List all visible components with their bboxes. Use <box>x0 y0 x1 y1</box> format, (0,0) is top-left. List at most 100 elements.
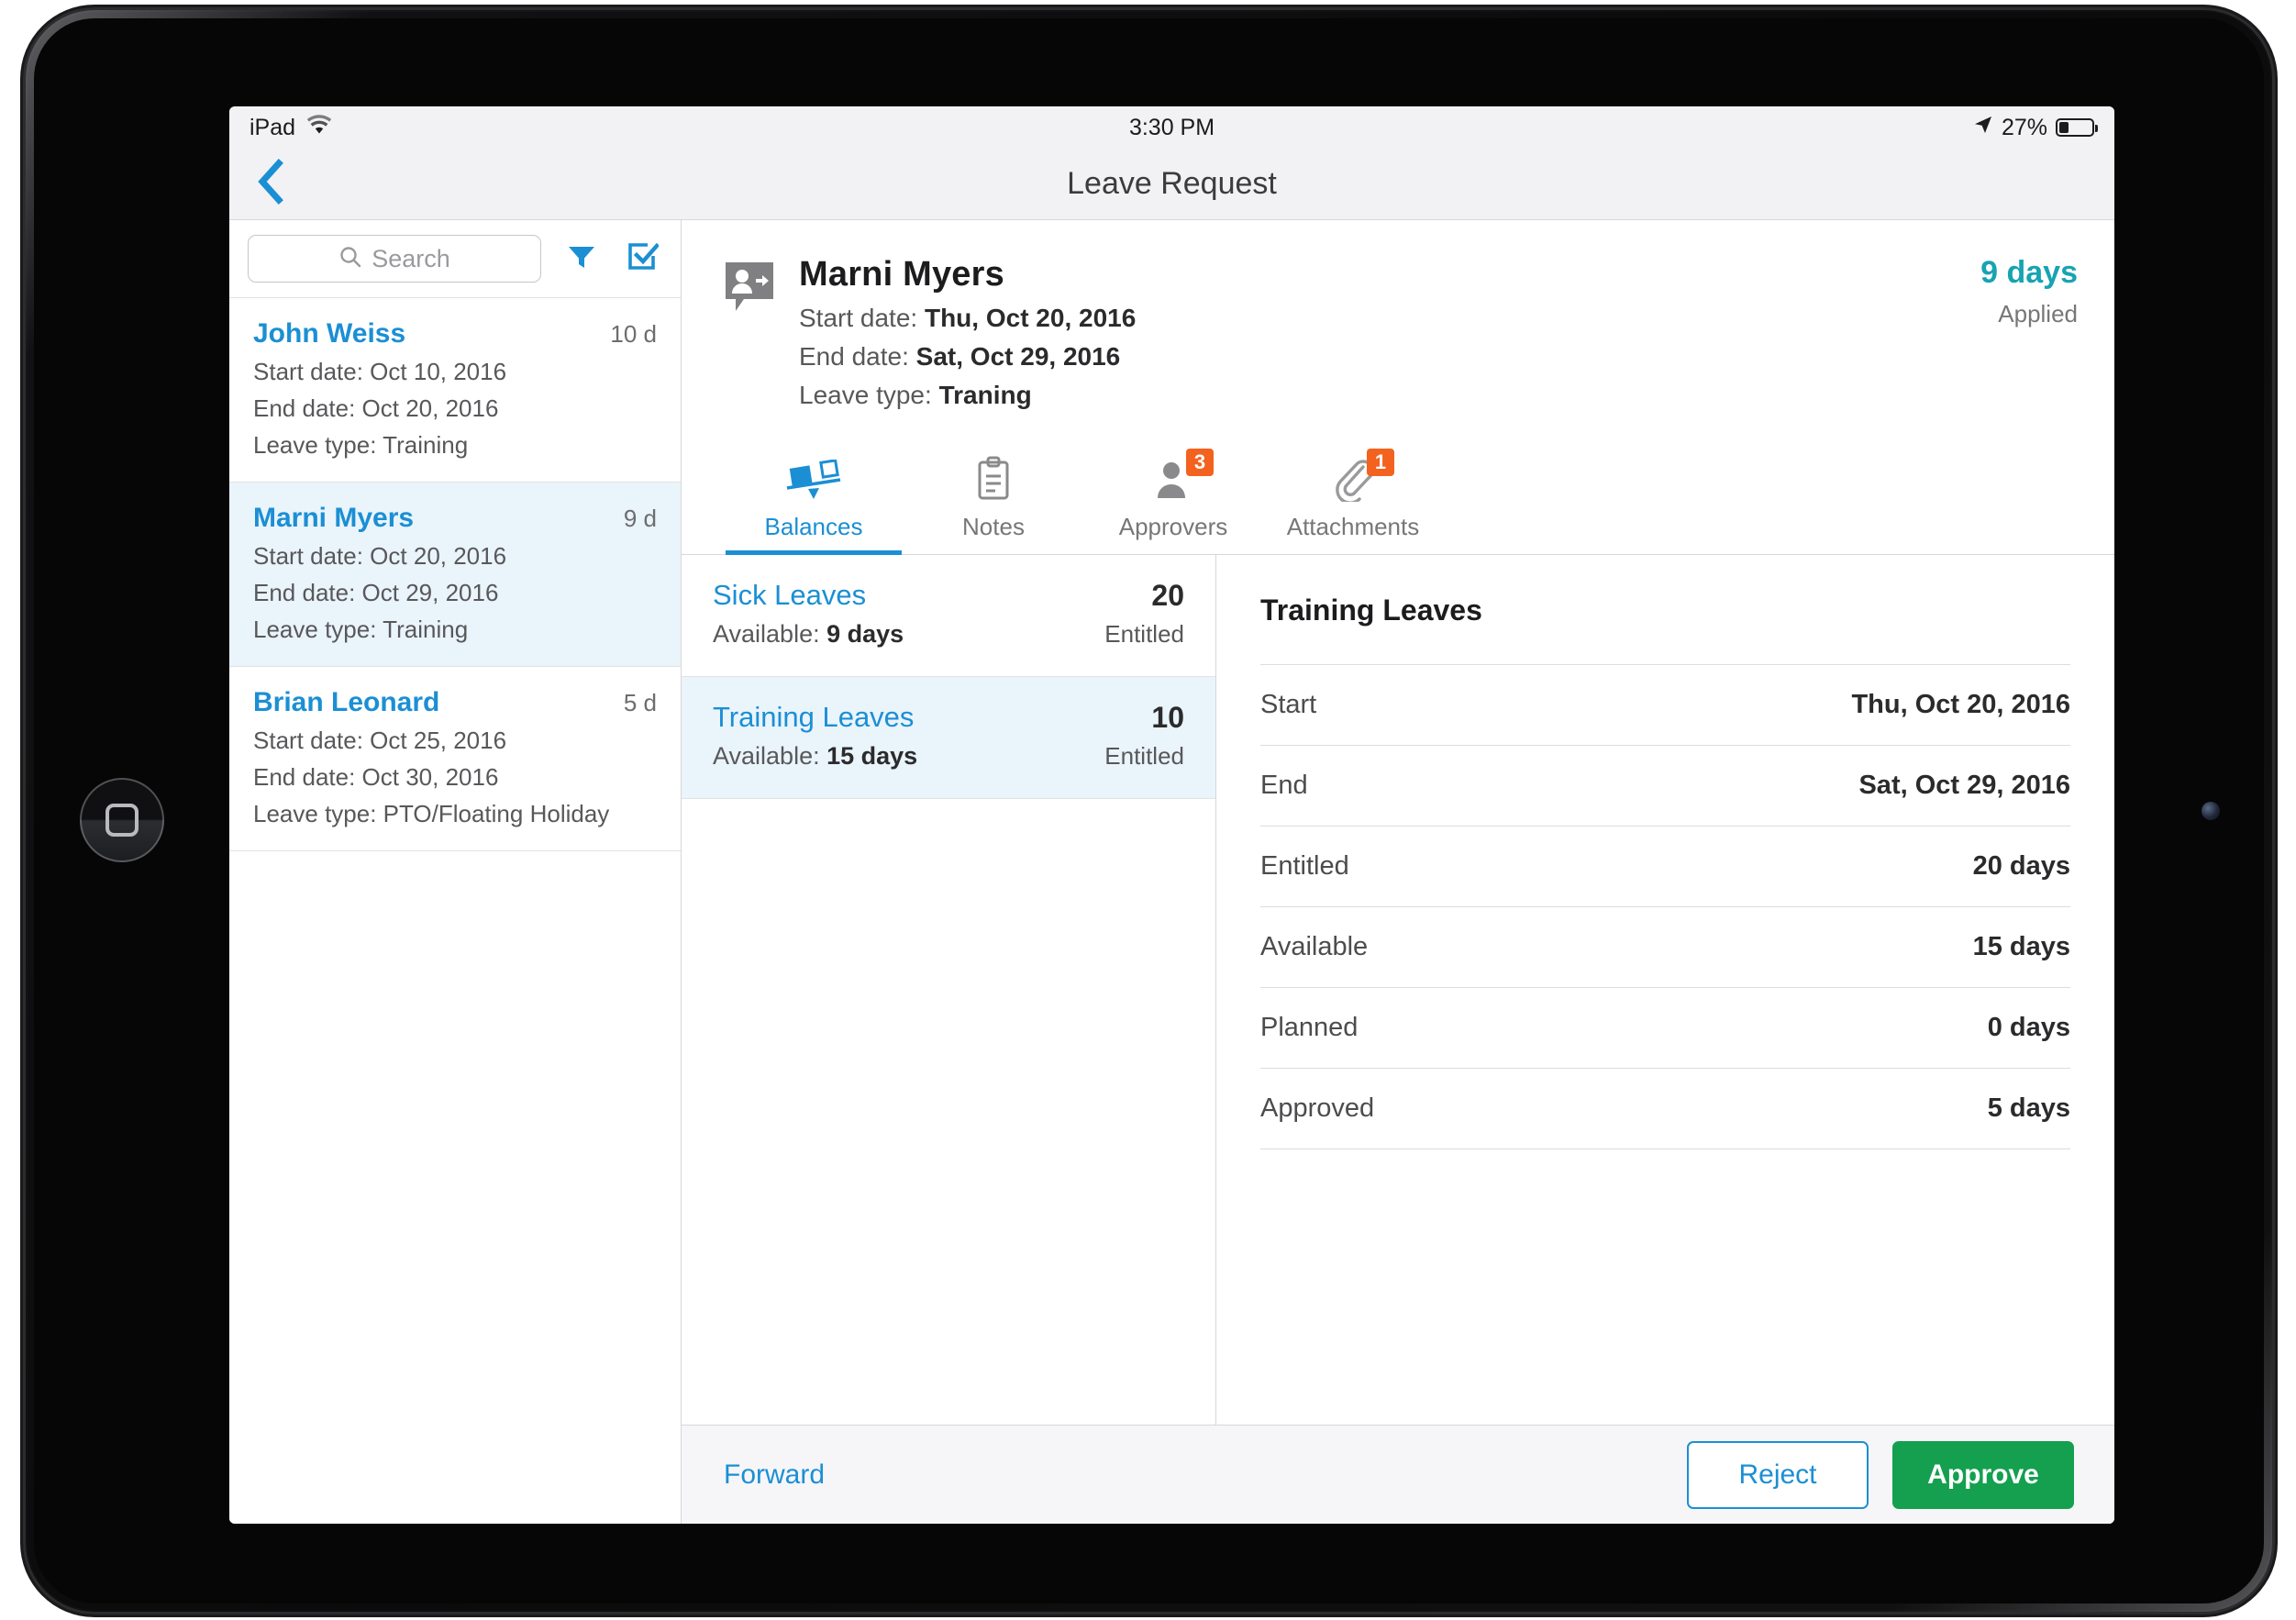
battery-icon <box>2056 118 2098 137</box>
footer-actions: Reject Approve <box>1687 1440 2074 1509</box>
approvers-badge: 3 <box>1186 449 1214 476</box>
status-bar-left: iPad <box>250 115 332 141</box>
tab-approvers[interactable]: 3 Approvers <box>1083 443 1263 554</box>
tab-balances[interactable]: Balances <box>724 443 904 555</box>
balance-scale-icon <box>785 452 842 502</box>
detail-total-days: 9 days <box>1980 255 2078 290</box>
balance-detail-row-available: Available 15 days <box>1260 906 2070 987</box>
detail-start-date: Start date: Thu, Oct 20, 2016 <box>799 304 1136 333</box>
balance-row-sick-leaves[interactable]: Sick Leaves Available: 9 days 20 Entitle… <box>682 555 1215 677</box>
attachments-badge: 1 <box>1367 449 1394 476</box>
carrier-label: iPad <box>250 114 296 140</box>
list-item-name: John Weiss <box>253 318 406 349</box>
detail-employee-name: Marni Myers <box>799 255 1004 294</box>
list-item-name: Marni Myers <box>253 503 415 533</box>
tab-approvers-label: Approvers <box>1118 513 1228 540</box>
detail-header: Marni Myers Start date: Thu, Oct 20, 201… <box>682 220 2114 410</box>
list-item-header: John Weiss 10 d <box>253 318 657 350</box>
detail-end-label: End date: <box>799 342 916 371</box>
balance-available: Available: 9 days <box>713 620 904 649</box>
balance-row-right: 20 Entitled <box>1104 579 1184 649</box>
balance-row-left: Sick Leaves Available: 9 days <box>713 579 904 649</box>
list-item[interactable]: Marni Myers 9 d Start date: Oct 20, 2016… <box>229 483 681 667</box>
front-camera <box>2202 802 2220 820</box>
detail-type-label: Leave type: <box>799 381 939 409</box>
home-button[interactable] <box>80 778 164 862</box>
list-item-days: 9 d <box>623 505 657 532</box>
balance-entitled-label: Entitled <box>1104 620 1184 648</box>
row-value: Thu, Oct 20, 2016 <box>1851 690 2070 719</box>
battery-percent-label: 27% <box>2001 114 2047 140</box>
balance-detail-row-entitled: Entitled 20 days <box>1260 826 2070 906</box>
row-label: Start <box>1260 690 1317 719</box>
row-value: 0 days <box>1987 1013 2070 1042</box>
list-item-leave-type: Leave type: PTO/Floating Holiday <box>253 800 610 827</box>
row-label: Available <box>1260 932 1369 961</box>
detail-end-value: Sat, Oct 29, 2016 <box>915 342 1121 371</box>
list-item-leave-type: Leave type: Training <box>253 616 469 643</box>
wifi-icon <box>306 114 332 141</box>
checkbox-checked-icon <box>626 240 660 278</box>
row-value: 5 days <box>1987 1093 2070 1123</box>
balance-row-left: Training Leaves Available: 15 days <box>713 701 917 771</box>
clipboard-icon <box>973 452 1014 502</box>
leave-request-detail-panel: Marni Myers Start date: Thu, Oct 20, 201… <box>682 220 2114 1524</box>
balance-entitled-label: Entitled <box>1104 742 1184 770</box>
list-item-leave-type: Leave type: Training <box>253 431 469 459</box>
tab-notes-label: Notes <box>962 513 1025 540</box>
filter-button[interactable] <box>561 239 602 279</box>
detail-header-summary: 9 days Applied <box>1980 255 2078 410</box>
balance-detail-row-start: Start Thu, Oct 20, 2016 <box>1260 664 2070 745</box>
detail-footer: Forward Reject Approve <box>682 1425 2114 1524</box>
detail-start-label: Start date: <box>799 304 925 332</box>
search-toolbar: Search <box>229 220 681 298</box>
list-item-header: Marni Myers 9 d <box>253 503 657 534</box>
detail-leave-type: Leave type: Traning <box>799 381 1136 410</box>
search-input[interactable]: Search <box>248 235 541 283</box>
list-item-name: Brian Leonard <box>253 687 440 717</box>
balance-available-value: 15 days <box>826 742 918 770</box>
list-item-end-date: End date: Oct 20, 2016 <box>253 394 499 422</box>
balance-detail-panel: Training Leaves Start Thu, Oct 20, 2016 … <box>1216 555 2114 1425</box>
list-item[interactable]: Brian Leonard 5 d Start date: Oct 25, 20… <box>229 667 681 851</box>
list-item-end-date: End date: Oct 29, 2016 <box>253 579 499 606</box>
row-label: Entitled <box>1260 851 1349 881</box>
balance-detail-title: Training Leaves <box>1260 594 1482 627</box>
location-arrow-icon <box>1973 115 1993 141</box>
balance-available-label: Available: <box>713 742 827 770</box>
navigation-bar: Leave Request <box>229 149 2114 220</box>
detail-start-value: Thu, Oct 20, 2016 <box>924 304 1137 332</box>
main-split-view: Search John Weiss 10 d Start date: Oct 1… <box>229 220 2114 1524</box>
balance-available-label: Available: <box>713 620 827 648</box>
detail-end-date: End date: Sat, Oct 29, 2016 <box>799 342 1136 372</box>
balance-available-value: 9 days <box>826 620 904 648</box>
balance-detail-row-approved: Approved 5 days <box>1260 1068 2070 1148</box>
forward-button[interactable]: Forward <box>724 1459 825 1491</box>
list-item-start-date: Start date: Oct 10, 2016 <box>253 358 507 385</box>
balance-row-right: 10 Entitled <box>1104 701 1184 771</box>
balance-row-training-leaves[interactable]: Training Leaves Available: 15 days 10 En… <box>682 677 1215 799</box>
search-icon <box>338 245 362 273</box>
detail-header-text: Marni Myers Start date: Thu, Oct 20, 201… <box>799 255 1136 410</box>
balance-detail-row-end: End Sat, Oct 29, 2016 <box>1260 745 2070 826</box>
paperclip-icon: 1 <box>1332 449 1394 502</box>
list-item[interactable]: John Weiss 10 d Start date: Oct 10, 2016… <box>229 298 681 483</box>
balance-name: Training Leaves <box>713 701 915 733</box>
reject-button[interactable]: Reject <box>1687 1440 1869 1509</box>
approve-button[interactable]: Approve <box>1892 1440 2074 1509</box>
balances-list: Sick Leaves Available: 9 days 20 Entitle… <box>682 555 1216 1425</box>
tab-notes[interactable]: Notes <box>904 443 1083 554</box>
detail-type-value: Traning <box>938 381 1032 409</box>
status-bar: iPad 3:30 PM 27% <box>229 106 2114 149</box>
filter-icon <box>565 240 598 278</box>
balances-content: Sick Leaves Available: 9 days 20 Entitle… <box>682 555 2114 1425</box>
tab-attachments-label: Attachments <box>1286 513 1420 540</box>
balance-detail-row-planned: Planned 0 days <box>1260 987 2070 1068</box>
row-value: 15 days <box>1972 932 2070 961</box>
balance-entitled-number: 10 <box>1151 701 1184 734</box>
leave-request-list-panel: Search John Weiss 10 d Start date: Oct 1… <box>229 220 682 1524</box>
select-all-button[interactable] <box>622 239 662 279</box>
tab-attachments[interactable]: 1 Attachments <box>1263 443 1443 554</box>
list-item-header: Brian Leonard 5 d <box>253 687 657 718</box>
list-item-days: 10 d <box>610 320 657 348</box>
